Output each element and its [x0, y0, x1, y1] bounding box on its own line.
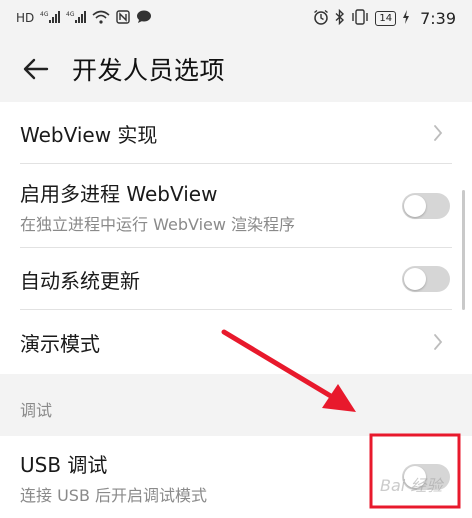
multiprocess-webview-title: 启用多进程 WebView — [20, 181, 218, 206]
row-text: 自动系统更新 — [20, 265, 140, 294]
usb-debugging-title: USB 调试 — [20, 452, 108, 477]
webview-implementation-item[interactable]: WebView 实现 — [0, 102, 472, 164]
vibrate-icon — [351, 9, 369, 27]
chevron-right-icon — [428, 332, 448, 352]
row-text: WebView 实现 — [20, 119, 157, 148]
nfc-icon — [116, 10, 130, 26]
bluetooth-icon — [335, 8, 345, 27]
auto-system-update-item[interactable]: 自动系统更新 — [0, 248, 472, 310]
status-bar: HD 4G 4G 14 7:39 — [0, 0, 472, 36]
alarm-icon — [313, 9, 329, 27]
webview-implementation-title: WebView 实现 — [20, 122, 158, 147]
wifi-icon — [92, 10, 110, 26]
back-button[interactable] — [20, 53, 52, 85]
status-left: HD 4G 4G — [16, 10, 152, 26]
arrow-left-icon — [23, 58, 49, 80]
svg-text:4G: 4G — [40, 11, 49, 18]
row-text: USB 调试 连接 USB 后开启调试模式 — [20, 449, 207, 506]
settings-list: WebView 实现 启用多进程 WebView 在独立进程中运行 WebVie… — [0, 102, 472, 374]
status-right: 14 7:39 — [313, 9, 456, 28]
scrollbar[interactable] — [462, 190, 465, 310]
row-text: 启用多进程 WebView 在独立进程中运行 WebView 渲染程序 — [20, 178, 295, 235]
page-title: 开发人员选项 — [72, 56, 226, 85]
watermark: Bai 经验 — [380, 476, 443, 495]
multiprocess-webview-item[interactable]: 启用多进程 WebView 在独立进程中运行 WebView 渲染程序 — [0, 164, 472, 248]
demo-mode-item[interactable]: 演示模式 — [0, 310, 472, 374]
charging-icon — [402, 10, 410, 26]
hd-icon: HD — [16, 11, 35, 25]
usb-debugging-subtitle: 连接 USB 后开启调试模式 — [20, 485, 208, 505]
demo-mode-title: 演示模式 — [20, 331, 100, 356]
app-bar: 开发人员选项 — [0, 36, 472, 102]
multiprocess-webview-subtitle: 在独立进程中运行 WebView 渲染程序 — [20, 214, 296, 234]
chevron-right-icon — [428, 123, 448, 143]
clock: 7:39 — [420, 8, 456, 28]
message-icon — [136, 10, 152, 26]
signal-4g-icon-2: 4G — [66, 10, 87, 26]
svg-text:4G: 4G — [66, 11, 75, 18]
toggle-knob — [404, 268, 426, 290]
toggle-knob — [404, 195, 426, 217]
signal-4g-icon: 4G — [40, 10, 61, 26]
section-gap — [0, 374, 472, 438]
multiprocess-webview-toggle[interactable] — [402, 193, 450, 219]
auto-system-update-toggle[interactable] — [402, 266, 450, 292]
battery-indicator: 14 — [375, 10, 397, 26]
debug-section-header: 调试 — [20, 401, 53, 420]
row-text: 演示模式 — [20, 328, 100, 357]
auto-system-update-title: 自动系统更新 — [20, 268, 140, 293]
